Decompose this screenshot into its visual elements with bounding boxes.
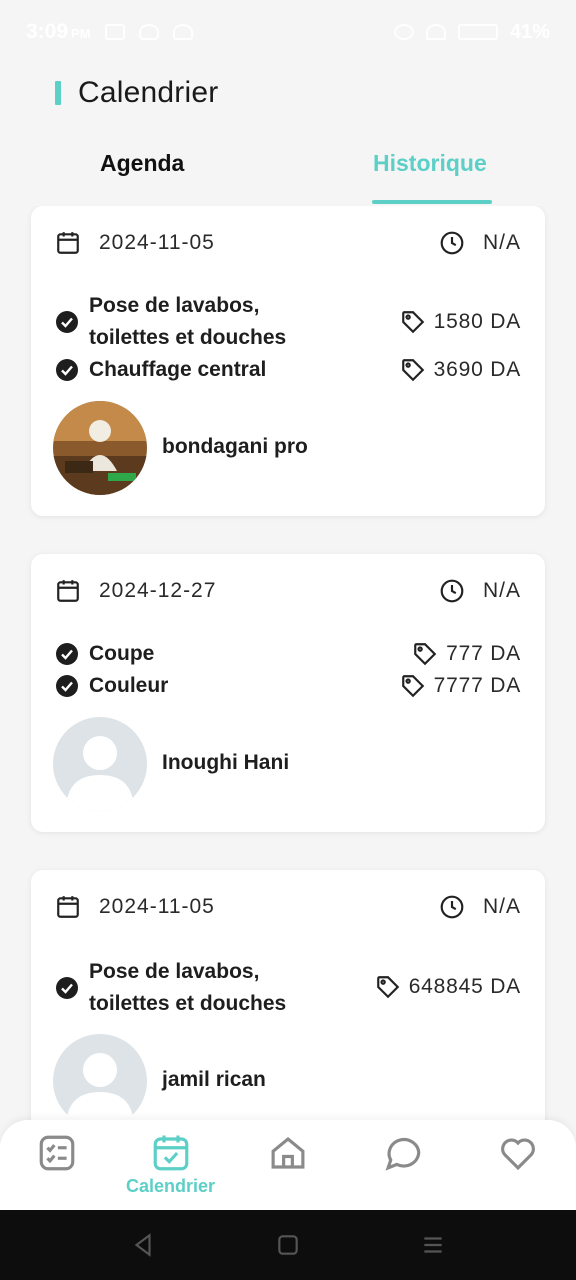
- active-tab-indicator: [372, 200, 492, 204]
- tag-icon: [376, 976, 399, 999]
- battery-level: 41%: [509, 20, 550, 43]
- title-accent-bar: [55, 81, 61, 105]
- appointment-date: 2024-12-27: [55, 578, 216, 604]
- bottom-nav: Calendrier: [0, 1120, 576, 1210]
- appointment-card[interactable]: 2024-11-05 N/A Pose de lavabos, toilette…: [31, 870, 545, 1120]
- provider-name: Inoughi Hani: [162, 751, 290, 774]
- service-item: Pose de lavabos, toilettes et douches: [55, 956, 286, 1020]
- provider-avatar[interactable]: [53, 1034, 147, 1120]
- home-button-icon[interactable]: [275, 1232, 301, 1258]
- service-item: Couleur: [55, 670, 168, 702]
- check-circle-icon: [56, 675, 78, 697]
- provider-avatar[interactable]: [53, 401, 147, 495]
- nav-favorites[interactable]: [497, 1132, 539, 1174]
- tag-icon: [401, 311, 424, 334]
- back-icon[interactable]: [130, 1232, 156, 1258]
- provider-photo: [53, 401, 147, 495]
- chat-icon: [385, 1137, 421, 1171]
- service-name-line2: toilettes et douches: [89, 326, 287, 349]
- calendar-icon: [57, 896, 79, 918]
- notification-icons: [104, 24, 193, 40]
- nav-calendar-label: Calendrier: [126, 1176, 216, 1196]
- status-bar: 3:09 PM 41%: [0, 0, 576, 64]
- recents-icon[interactable]: [420, 1232, 446, 1258]
- clock-icon: [440, 579, 464, 603]
- checklist-icon: [39, 1135, 75, 1171]
- service-item: Coupe: [55, 638, 154, 670]
- service-price: 648845 DA: [375, 974, 521, 1000]
- bell-icon: [172, 24, 193, 40]
- appointment-date: 2024-11-05: [55, 230, 215, 256]
- nav-tasks[interactable]: [36, 1132, 78, 1174]
- calendar-icon: [57, 580, 79, 602]
- appointment-card[interactable]: 2024-11-05 N/A Pose de lavabos, toilette…: [31, 206, 545, 516]
- service-name-line2: toilettes et douches: [89, 992, 287, 1015]
- wifi-icon: [425, 24, 446, 40]
- tab-agenda[interactable]: Agenda: [100, 150, 184, 177]
- tab-history[interactable]: Historique: [373, 150, 487, 177]
- calendar-check-icon: [153, 1135, 188, 1171]
- tag-icon: [401, 359, 424, 382]
- home-icon: [271, 1136, 305, 1169]
- appointment-time: N/A: [439, 578, 521, 604]
- default-avatar-icon: [53, 717, 147, 811]
- appointment-card[interactable]: 2024-12-27 N/A Coupe 777 DA Couleur 7777…: [31, 554, 545, 832]
- check-circle-icon: [56, 643, 78, 665]
- check-circle-icon: [56, 977, 78, 999]
- nav-calendar[interactable]: Calendrier: [126, 1132, 215, 1197]
- status-time: 3:09 PM: [26, 20, 91, 43]
- check-circle-icon: [56, 311, 78, 333]
- service-item: Pose de lavabos, toilettes et douches: [55, 290, 286, 354]
- service-name: Pose de lavabos,: [89, 960, 260, 983]
- appointment-list[interactable]: 2024-11-05 N/A Pose de lavabos, toilette…: [0, 206, 576, 1120]
- nav-chat[interactable]: [382, 1132, 424, 1174]
- tag-icon: [401, 675, 424, 698]
- appointment-date: 2024-11-05: [55, 894, 215, 920]
- nav-home[interactable]: [267, 1132, 309, 1174]
- system-nav-bar: [0, 1210, 576, 1280]
- snapchat-icon: [138, 24, 159, 40]
- appointment-time: N/A: [439, 894, 521, 920]
- service-name: Coupe: [89, 642, 155, 665]
- service-price: 777 DA: [412, 641, 521, 667]
- clock-icon: [440, 231, 464, 255]
- alarm-icon: [393, 24, 414, 40]
- service-item: Chauffage central: [55, 354, 266, 386]
- default-avatar-icon: [53, 1034, 147, 1120]
- provider-name: jamil rican: [162, 1068, 266, 1091]
- clock-icon: [440, 895, 464, 919]
- signal-icon: [457, 24, 498, 40]
- service-name: Couleur: [89, 674, 169, 697]
- calendar-icon: [57, 232, 79, 254]
- appointment-time: N/A: [439, 230, 521, 256]
- page-header: Calendrier: [55, 76, 218, 110]
- provider-name: bondagani pro: [162, 435, 308, 458]
- tag-icon: [414, 643, 437, 666]
- page-title: Calendrier: [78, 76, 219, 109]
- status-right: 41%: [393, 20, 550, 44]
- service-price: 3690 DA: [400, 357, 521, 383]
- notification-icon: [104, 24, 125, 40]
- provider-avatar[interactable]: [53, 717, 147, 811]
- heart-icon: [501, 1138, 535, 1171]
- service-name: Chauffage central: [89, 358, 267, 381]
- service-price: 7777 DA: [400, 673, 521, 699]
- service-name: Pose de lavabos,: [89, 294, 260, 317]
- check-circle-icon: [56, 359, 78, 381]
- service-price: 1580 DA: [400, 309, 521, 335]
- tab-bar: Agenda Historique: [0, 150, 576, 206]
